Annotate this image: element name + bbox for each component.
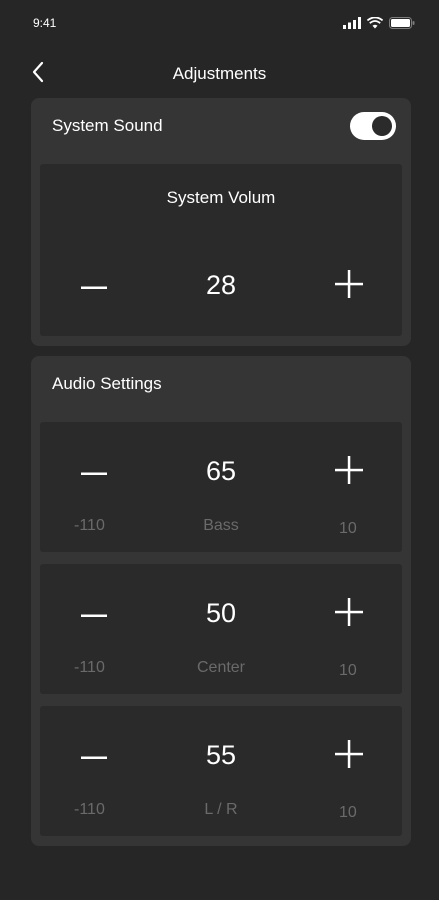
nav-bar: Adjustments [0,52,439,96]
plus-icon [335,597,363,631]
audio-settings-label: Audio Settings [52,374,162,393]
status-icons [343,16,415,34]
bass-card: 65 -110 Bass 10 [40,422,402,552]
system-sound-label: System Sound [52,116,163,135]
system-volume-title: System Volum [166,188,276,207]
system-sound-panel: System Sound System Volum 28 [31,98,411,346]
plus-icon [335,455,363,489]
center-card: 50 -110 Center 10 [40,564,402,694]
toggle-knob [372,116,392,136]
system-volume-card: System Volum 28 [40,164,402,336]
bass-increase-button[interactable] [329,452,369,492]
wifi-icon [366,16,384,34]
center-increase-button[interactable] [329,594,369,634]
plus-icon [335,739,363,773]
lr-increase-button[interactable] [329,736,369,776]
status-bar: 9:41 [0,0,439,44]
cellular-signal-icon [343,16,361,34]
volume-increase-button[interactable] [329,266,369,306]
battery-icon [389,16,415,34]
page-title: Adjustments [172,64,267,83]
plus-icon [335,269,363,303]
system-sound-toggle[interactable] [350,112,396,140]
audio-settings-panel: Audio Settings 65 -110 Bass 10 50 -110 C… [31,356,411,846]
lr-max-label: 10 [339,804,357,821]
lr-card: 55 -110 L / R 10 [40,706,402,836]
status-time: 9:41 [33,16,57,30]
bass-max-label: 10 [339,520,357,537]
center-max-label: 10 [339,662,357,679]
